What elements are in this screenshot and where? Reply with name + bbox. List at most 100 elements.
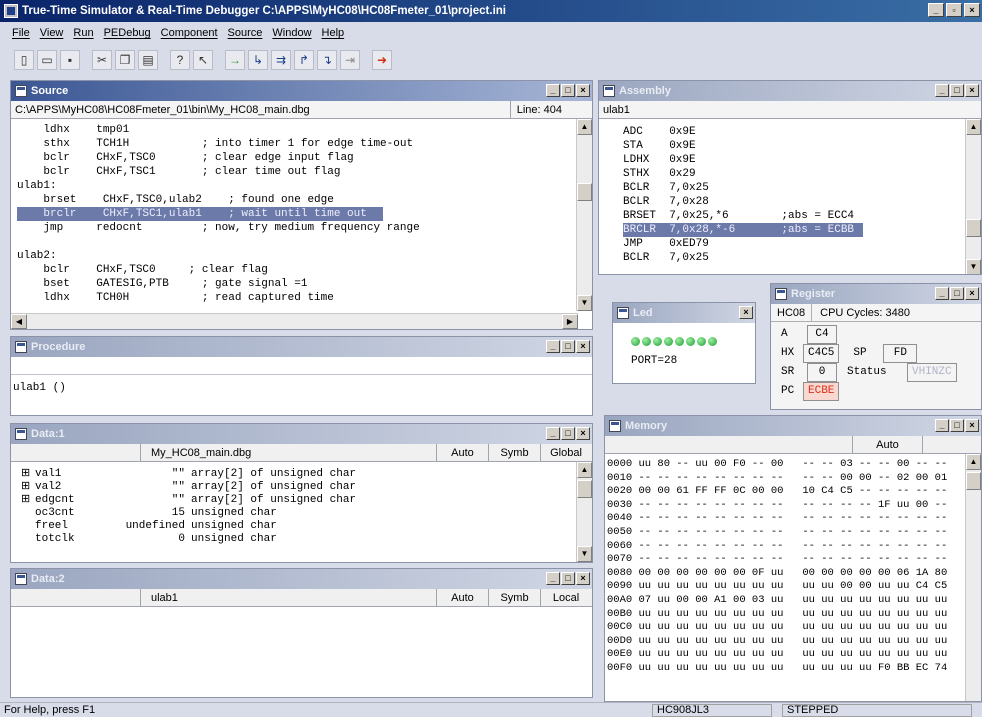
cut-icon[interactable]: ✂ bbox=[92, 50, 112, 70]
minimize-button[interactable]: _ bbox=[546, 427, 560, 440]
register-sp[interactable]: FD bbox=[883, 344, 918, 363]
memory-row[interactable]: 0020 00 00 61 FF FF 0C 00 00 10 C4 C5 --… bbox=[605, 485, 981, 499]
close-button[interactable]: × bbox=[576, 84, 590, 97]
source-line[interactable]: bclr CHxF,TSC0 ; clear edge input flag bbox=[17, 151, 592, 165]
assembly-line[interactable]: BRCLR 7,0x28,*-6 ;abs = ECBB bbox=[623, 223, 863, 237]
close-button[interactable]: × bbox=[576, 572, 590, 585]
register-hx[interactable]: C4C5 bbox=[803, 344, 840, 363]
memory-row[interactable]: 0030 -- -- -- -- -- -- -- -- -- -- -- --… bbox=[605, 499, 981, 513]
minimize-button[interactable]: _ bbox=[546, 84, 560, 97]
memory-scrollbar[interactable]: ▲ bbox=[965, 454, 981, 701]
assembly-line[interactable]: BCLR 7,0x25 bbox=[623, 251, 981, 265]
data-row[interactable]: ⊞ edgcnt "" array[2] of unsigned char bbox=[21, 494, 592, 507]
data2-scope[interactable]: Local bbox=[541, 589, 591, 606]
data1-scrollbar[interactable]: ▲ ▼ bbox=[576, 462, 592, 562]
minimize-button[interactable]: _ bbox=[546, 572, 560, 585]
close-button[interactable]: × bbox=[576, 427, 590, 440]
restore-button[interactable]: ▫ bbox=[946, 3, 962, 17]
source-line[interactable]: ldhx tmp01 bbox=[17, 123, 592, 137]
maximize-button[interactable]: □ bbox=[950, 287, 964, 300]
assembly-line[interactable]: STA 0x9E bbox=[623, 139, 981, 153]
register-sr[interactable]: 0 bbox=[807, 363, 837, 382]
close-button[interactable]: × bbox=[965, 84, 979, 97]
maximize-button[interactable]: □ bbox=[561, 340, 575, 353]
copy-icon[interactable]: ❐ bbox=[115, 50, 135, 70]
assembly-code[interactable]: ADC 0x9E STA 0x9E LDHX 0x9E STHX 0x29 BCLR 7… bbox=[599, 119, 981, 265]
close-button[interactable]: × bbox=[965, 287, 979, 300]
menu-run[interactable]: Run bbox=[73, 24, 93, 43]
open-icon[interactable]: ▭ bbox=[37, 50, 57, 70]
memory-row[interactable]: 0040 -- -- -- -- -- -- -- -- -- -- -- --… bbox=[605, 512, 981, 526]
assembly-step-icon[interactable]: ↴ bbox=[317, 50, 337, 70]
paste-icon[interactable]: ▤ bbox=[138, 50, 158, 70]
assembly-line[interactable]: BCLR 7,0x25 bbox=[623, 181, 981, 195]
minimize-button[interactable]: _ bbox=[928, 3, 944, 17]
source-h-scrollbar[interactable]: ◀ ▶ bbox=[11, 313, 578, 329]
menu-window[interactable]: Window bbox=[272, 24, 311, 43]
data1-mode[interactable]: Auto bbox=[437, 444, 489, 461]
assembly-line[interactable]: BCLR 7,0x28 bbox=[623, 195, 981, 209]
close-button[interactable]: × bbox=[739, 306, 753, 319]
data-row[interactable]: oc3cnt 15 unsigned char bbox=[21, 507, 592, 520]
assembly-line[interactable]: LDHX 0x9E bbox=[623, 153, 981, 167]
menu-pedebug[interactable]: PEDebug bbox=[104, 24, 151, 43]
menu-view[interactable]: View bbox=[40, 24, 64, 43]
single-step-icon[interactable]: ↳ bbox=[248, 50, 268, 70]
memory-row[interactable]: 0010 -- -- -- -- -- -- -- -- -- -- 00 00… bbox=[605, 472, 981, 486]
data1-scope[interactable]: Global bbox=[541, 444, 591, 461]
data-row[interactable]: ⊞ val1 "" array[2] of unsigned char bbox=[21, 468, 592, 481]
minimize-button[interactable]: _ bbox=[935, 419, 949, 432]
source-line[interactable]: ulab1: bbox=[17, 179, 592, 193]
procedure-entry[interactable]: ulab1 () bbox=[11, 375, 592, 395]
assembly-line[interactable]: JMP 0xED79 bbox=[623, 237, 981, 251]
assembly-line[interactable]: BRSET 7,0x25,*6 ;abs = ECC4 bbox=[623, 209, 981, 223]
register-a[interactable]: C4 bbox=[807, 325, 837, 344]
step-out-icon[interactable]: ↱ bbox=[294, 50, 314, 70]
assembly-line[interactable]: STHX 0x29 bbox=[623, 167, 981, 181]
data-row[interactable]: freel undefined unsigned char bbox=[21, 520, 592, 533]
memory-rows[interactable]: 0000 uu 80 -- uu 00 F0 -- 00 -- -- 03 --… bbox=[605, 454, 981, 676]
menu-component[interactable]: Component bbox=[161, 24, 218, 43]
register-status-flags[interactable]: VHINZC bbox=[907, 363, 957, 382]
menu-help[interactable]: Help bbox=[322, 24, 345, 43]
source-line[interactable]: jmp redocnt ; now, try medium frequency … bbox=[17, 221, 592, 235]
memory-row[interactable]: 00E0 uu uu uu uu uu uu uu uu uu uu uu uu… bbox=[605, 648, 981, 662]
memory-row[interactable]: 0050 -- -- -- -- -- -- -- -- -- -- -- --… bbox=[605, 526, 981, 540]
minimize-button[interactable]: _ bbox=[935, 84, 949, 97]
menu-file[interactable]: File bbox=[12, 24, 30, 43]
start-icon[interactable]: → bbox=[225, 50, 245, 70]
maximize-button[interactable]: □ bbox=[950, 419, 964, 432]
maximize-button[interactable]: □ bbox=[561, 84, 575, 97]
source-code[interactable]: ldhx tmp01 sthx TCH1H ; into timer 1 for… bbox=[11, 119, 592, 305]
memory-mode[interactable]: Auto bbox=[853, 436, 923, 453]
source-line[interactable] bbox=[17, 235, 592, 249]
memory-row[interactable]: 0060 -- -- -- -- -- -- -- -- -- -- -- --… bbox=[605, 540, 981, 554]
memory-row[interactable]: 0000 uu 80 -- uu 00 F0 -- 00 -- -- 03 --… bbox=[605, 458, 981, 472]
help-icon[interactable]: ? bbox=[170, 50, 190, 70]
close-button[interactable]: × bbox=[965, 419, 979, 432]
new-icon[interactable]: ▯ bbox=[14, 50, 34, 70]
source-line[interactable]: bset GATESIG,PTB ; gate signal =1 bbox=[17, 277, 592, 291]
data2-mode[interactable]: Auto bbox=[437, 589, 489, 606]
memory-row[interactable]: 00F0 uu uu uu uu uu uu uu uu uu uu uu uu… bbox=[605, 662, 981, 676]
maximize-button[interactable]: □ bbox=[950, 84, 964, 97]
context-help-icon[interactable]: ↖ bbox=[193, 50, 213, 70]
source-line[interactable]: brset CHxF,TSC0,ulab2 ; found one edge bbox=[17, 193, 592, 207]
memory-row[interactable]: 0090 uu uu uu uu uu uu uu uu uu uu 00 00… bbox=[605, 580, 981, 594]
memory-row[interactable]: 00D0 uu uu uu uu uu uu uu uu uu uu uu uu… bbox=[605, 635, 981, 649]
register-pc[interactable]: ECBE bbox=[803, 382, 840, 401]
close-button[interactable]: × bbox=[576, 340, 590, 353]
memory-row[interactable]: 00B0 uu uu uu uu uu uu uu uu uu uu uu uu… bbox=[605, 608, 981, 622]
memory-row[interactable]: 0080 00 00 00 00 00 00 0F uu 00 00 00 00… bbox=[605, 567, 981, 581]
memory-row[interactable]: 00C0 uu uu uu uu uu uu uu uu uu uu uu uu… bbox=[605, 621, 981, 635]
memory-row[interactable]: 00A0 07 uu 00 00 A1 00 03 uu uu uu uu uu… bbox=[605, 594, 981, 608]
reset-icon[interactable]: ➜ bbox=[372, 50, 392, 70]
data-row[interactable]: ⊞ val2 "" array[2] of unsigned char bbox=[21, 481, 592, 494]
save-icon[interactable]: ▪ bbox=[60, 50, 80, 70]
source-line[interactable]: ulab2: bbox=[17, 249, 592, 263]
source-line[interactable]: bclr CHxF,TSC1 ; clear time out flag bbox=[17, 165, 592, 179]
memory-row[interactable]: 0070 -- -- -- -- -- -- -- -- -- -- -- --… bbox=[605, 553, 981, 567]
source-line[interactable]: brclr CHxF,TSC1,ulab1 ; wait until time … bbox=[17, 207, 383, 221]
maximize-button[interactable]: □ bbox=[561, 427, 575, 440]
source-line[interactable]: bclr CHxF,TSC0 ; clear flag bbox=[17, 263, 592, 277]
